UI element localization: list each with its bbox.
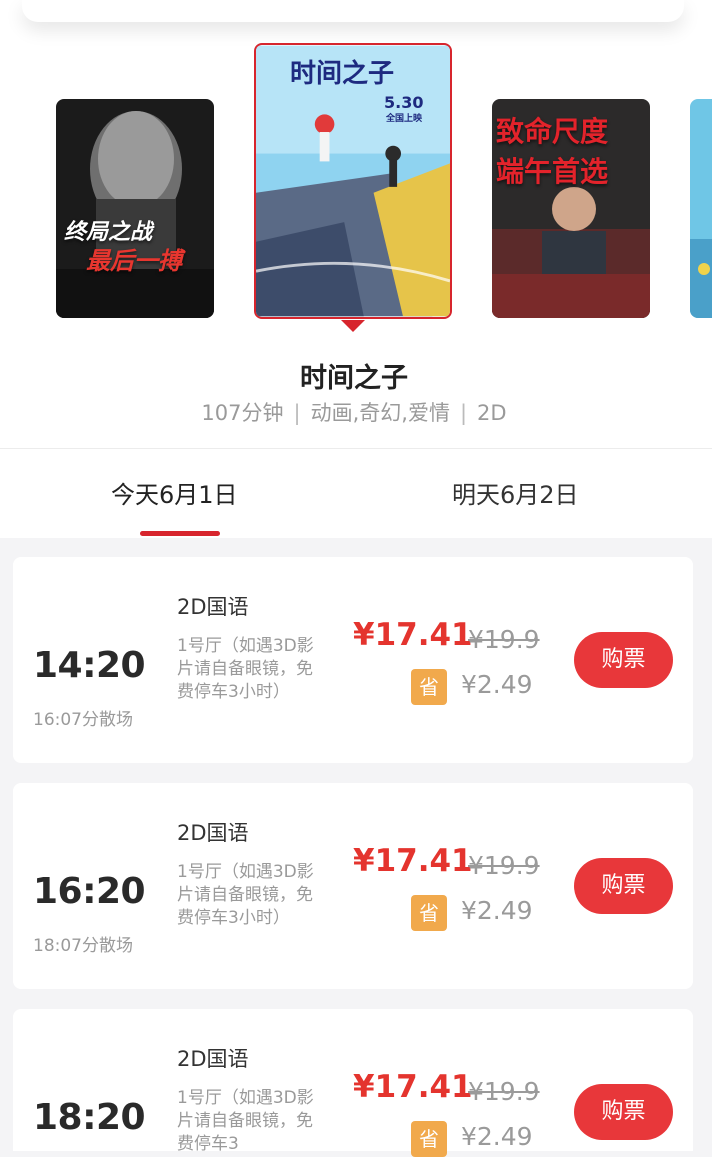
showtime-original-price: ¥19.9 <box>468 625 540 654</box>
poster-art-1 <box>56 99 214 318</box>
showtime-card[interactable]: 16:20 18:07分散场 2D国语 1号厅（如遇3D影片请自备眼镜，免费停车… <box>13 783 693 989</box>
poster-art-4 <box>690 99 712 318</box>
showtime-price: ¥17.41 <box>353 843 473 879</box>
movie-title: 时间之子 <box>300 363 408 394</box>
save-amount: ¥2.49 <box>461 896 533 925</box>
showtime-hall: 1号厅（如遇3D影片请自备眼镜，免费停车3小时） <box>177 862 314 928</box>
showtime-price: ¥17.41 <box>353 617 473 653</box>
poster-caption-1b: 最后一搏 <box>86 247 182 275</box>
selected-indicator-arrow <box>341 320 365 332</box>
movie-meta: 107分钟 | 动画,奇幻,爱情 | 2D <box>201 401 507 425</box>
showtime-start: 18:20 <box>33 1097 146 1138</box>
top-bar <box>22 0 684 22</box>
save-amount: ¥2.49 <box>461 1122 533 1151</box>
poster-movie-2-selected[interactable]: 时间之子 5.30 全国上映 <box>254 43 452 319</box>
showtime-end: 18:07分散场 <box>33 936 133 956</box>
poster-caption-3b: 端午首选 <box>496 155 609 188</box>
poster-title-2: 时间之子 <box>290 59 395 89</box>
poster-movie-4[interactable] <box>690 99 712 318</box>
tab-tomorrow[interactable]: 明天6月2日 <box>452 475 579 510</box>
movie-format: 2D <box>477 401 507 425</box>
tab-active-indicator <box>140 531 220 536</box>
movie-genres: 动画,奇幻,爱情 <box>310 401 450 425</box>
poster-caption-1a: 终局之战 <box>64 220 153 245</box>
save-badge: 省 <box>411 1121 447 1157</box>
showtime-hall: 1号厅（如遇3D影片请自备眼镜，免费停车3小时） <box>177 636 314 702</box>
showtime-original-price: ¥19.9 <box>468 851 540 880</box>
buy-ticket-button[interactable]: 购票 <box>574 632 673 688</box>
showtime-original-price: ¥19.9 <box>468 1077 540 1106</box>
showtime-start: 16:20 <box>33 871 146 912</box>
showtime-card[interactable]: 18:20 2D国语 1号厅（如遇3D影片请自备眼镜，免费停车3 ¥17.41 … <box>13 1009 693 1157</box>
showtime-start: 14:20 <box>33 645 146 686</box>
showtime-language: 2D国语 <box>177 821 249 845</box>
poster-sub-2: 全国上映 <box>386 114 423 124</box>
divider <box>0 448 712 449</box>
poster-movie-1[interactable]: 终局之战 最后一搏 <box>56 99 214 318</box>
movie-duration: 107分钟 <box>201 401 284 425</box>
showtime-hall: 1号厅（如遇3D影片请自备眼镜，免费停车3 <box>177 1088 314 1151</box>
save-badge: 省 <box>411 669 447 705</box>
save-amount: ¥2.49 <box>461 670 533 699</box>
poster-caption-3a: 致命尺度 <box>496 115 609 148</box>
showtime-card[interactable]: 14:20 16:07分散场 2D国语 1号厅（如遇3D影片请自备眼镜，免费停车… <box>13 557 693 763</box>
showtime-end: 16:07分散场 <box>33 710 133 730</box>
buy-ticket-button[interactable]: 购票 <box>574 1084 673 1140</box>
tab-today[interactable]: 今天6月1日 <box>111 475 238 510</box>
showtime-language: 2D国语 <box>177 1047 249 1071</box>
poster-date-2: 5.30 <box>384 93 424 112</box>
save-badge: 省 <box>411 895 447 931</box>
poster-movie-3[interactable]: 致命尺度 端午首选 <box>492 99 650 318</box>
buy-ticket-button[interactable]: 购票 <box>574 858 673 914</box>
showtime-language: 2D国语 <box>177 595 249 619</box>
showtime-price: ¥17.41 <box>353 1069 473 1105</box>
